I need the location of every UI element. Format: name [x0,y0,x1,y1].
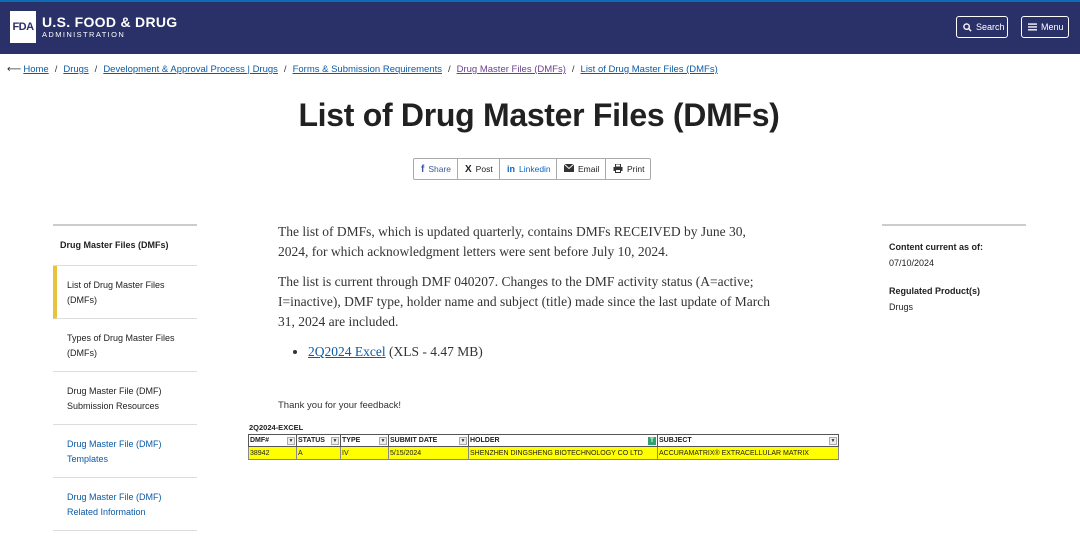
facebook-icon: f [421,163,425,175]
excel-header-cell: SUBMIT DATE ▼ [388,434,469,447]
breadcrumb-development[interactable]: Development & Approval Process | Drugs [103,64,278,75]
share-linkedin-button[interactable]: in Linkedin [500,159,557,179]
section-nav-item-templates[interactable]: Drug Master File (DMF) Templates [53,425,197,478]
search-icon [963,22,972,32]
excel-table: DMF# ▼ STATUS ▼ TYPE ▼ SUBMIT DATE ▼ HOLDER T… [248,434,839,460]
feedback-message: Thank you for your feedback! [278,400,402,411]
menu-label: Menu [1041,22,1064,32]
share-x-button[interactable]: X Post [458,159,500,179]
back-arrow-icon: ⟵ [7,64,22,75]
excel-sheet-title: 2Q2024-EXCEL [249,423,304,432]
linkedin-icon: in [507,164,515,174]
breadcrumb-forms[interactable]: Forms & Submission Requirements [293,64,442,75]
hamburger-icon [1028,23,1037,31]
x-icon: X [465,163,472,175]
content-current-label: Content current as of: [889,242,984,252]
filter-dropdown-icon[interactable]: ▼ [379,437,387,445]
share-facebook-button[interactable]: f Share [414,159,458,179]
share-bar: f Share X Post in Linkedin Email Print [413,158,651,180]
content-current-value: 07/10/2024 [889,258,935,268]
excel-header-row: DMF# ▼ STATUS ▼ TYPE ▼ SUBMIT DATE ▼ HOLDER T… [248,434,839,447]
filter-dropdown-icon[interactable]: ▼ [331,437,339,445]
excel-cell-status: A [296,446,341,460]
logo-mark: FDA [10,11,36,43]
breadcrumb-home[interactable]: Home [23,64,48,75]
filter-dropdown-icon[interactable]: ▼ [459,437,467,445]
breadcrumb-list-dmfs[interactable]: List of Drug Master Files (DMFs) [581,64,718,75]
filter-dropdown-icon[interactable]: ▼ [829,437,837,445]
site-header: FDA U.S. FOOD & DRUG ADMINISTRATION Sear… [0,0,1080,54]
filter-dropdown-icon[interactable]: ▼ [287,437,295,445]
main-content: The list of DMFs, which is updated quart… [278,222,778,362]
breadcrumb: ⟵ Home / Drugs / Development & Approval … [7,64,718,75]
section-nav-item-related-info[interactable]: Drug Master File (DMF) Related Informati… [53,478,197,531]
regulated-products-value: Drugs [889,302,914,312]
menu-button[interactable]: Menu [1021,16,1069,38]
excel-header-cell: STATUS ▼ [296,434,341,447]
print-button[interactable]: Print [606,159,650,179]
excel-screenshot: 2Q2024-EXCEL DMF# ▼ STATUS ▼ TYPE ▼ SUBMIT … [248,422,839,460]
page-title: List of Drug Master Files (DMFs) [298,97,780,133]
intro-paragraph: The list of DMFs, which is updated quart… [278,224,746,259]
excel-data-row: 38942 A IV 5/15/2024 SHENZHEN DINGSHENG … [248,446,839,460]
excel-header-cell: SUBJECT ▼ [657,434,839,447]
excel-download-link[interactable]: 2Q2024 Excel [308,344,386,359]
logo-line2: ADMINISTRATION [42,30,126,39]
excel-cell-date: 5/15/2024 [388,446,469,460]
envelope-icon [563,163,575,174]
section-nav: Drug Master Files (DMFs) List of Drug Ma… [53,224,197,531]
printer-icon [613,163,623,175]
excel-header-cell: DMF# ▼ [248,434,297,447]
excel-cell-type: IV [340,446,389,460]
excel-cell-subject: ACCURAMATRIX® EXTRACELLULAR MATRIX [657,446,839,460]
section-nav-item-submission-resources[interactable]: Drug Master File (DMF) Submission Resour… [53,372,197,425]
download-list-item: 2Q2024 Excel (XLS - 4.47 MB) [308,342,778,362]
excel-header-cell: TYPE ▼ [340,434,389,447]
excel-cell-holder: SHENZHEN DINGSHENG BIOTECHNOLOGY CO LTD [468,446,658,460]
search-label: Search [976,22,1005,32]
share-email-button[interactable]: Email [557,159,606,179]
fda-logo[interactable]: FDA U.S. FOOD & DRUG ADMINISTRATION [10,11,177,43]
page-metadata: Content current as of: 07/10/2024 Regula… [882,224,1026,312]
download-meta: (XLS - 4.47 MB) [385,344,483,359]
download-list: 2Q2024 Excel (XLS - 4.47 MB) [298,342,778,362]
logo-line1: U.S. FOOD & DRUG [42,14,178,30]
section-nav-item-types-dmfs[interactable]: Types of Drug Master Files (DMFs) [53,319,197,372]
search-button[interactable]: Search [956,16,1008,38]
regulated-products-label: Regulated Product(s) [889,286,981,296]
breadcrumb-drugs[interactable]: Drugs [63,64,88,75]
excel-header-cell: HOLDER T [468,434,658,447]
section-nav-item-list-dmfs[interactable]: List of Drug Master Files (DMFs) [53,266,197,319]
excel-cell-dmf: 38942 [248,446,297,460]
filter-active-icon[interactable]: T [648,437,656,445]
status-paragraph: The list is current through DMF 040207. … [278,274,770,329]
section-nav-heading[interactable]: Drug Master Files (DMFs) [53,226,197,266]
breadcrumb-dmfs[interactable]: Drug Master Files (DMFs) [457,64,566,75]
